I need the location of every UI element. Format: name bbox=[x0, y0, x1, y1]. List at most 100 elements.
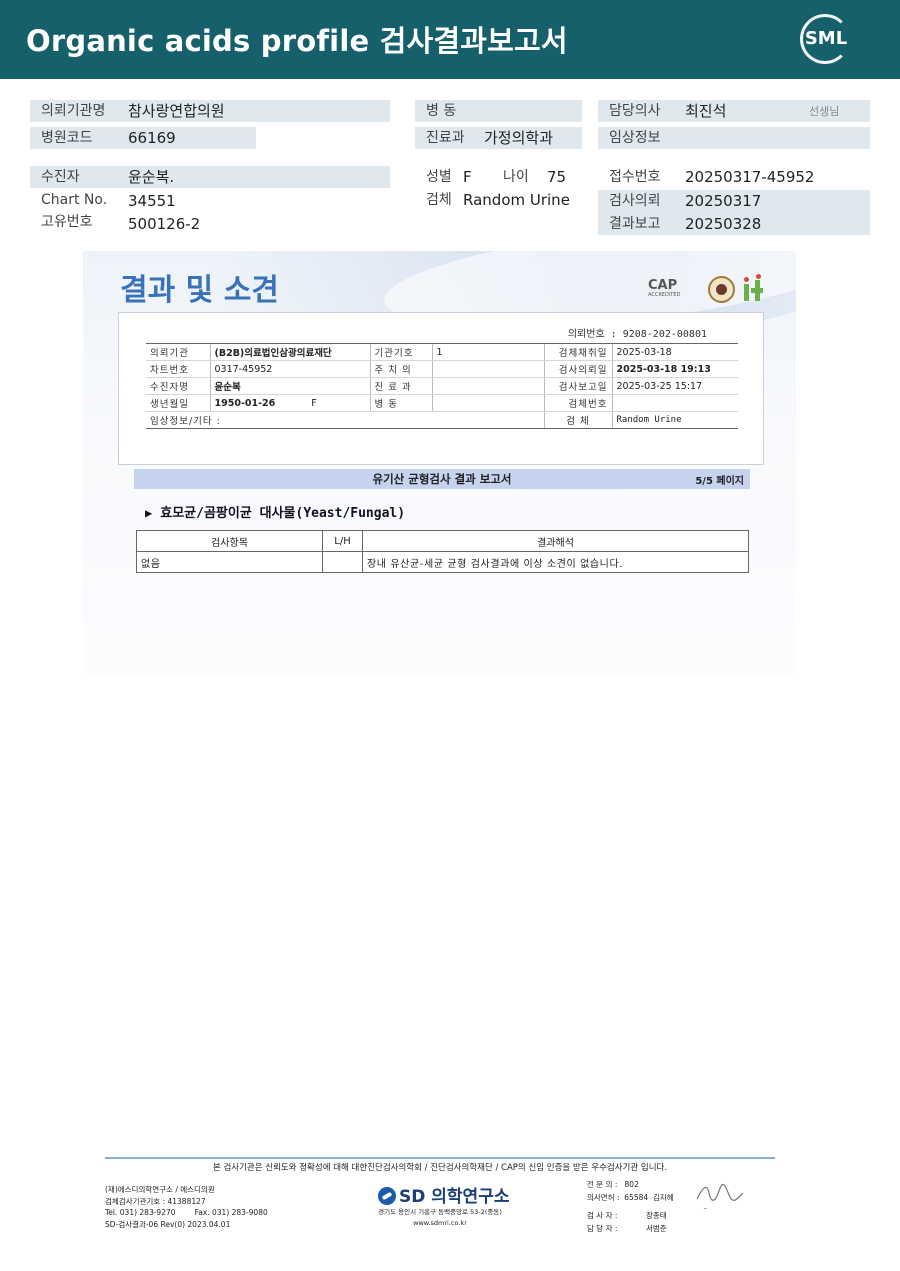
info-value: Random Urine bbox=[611, 411, 738, 429]
staff-line: 검 사 자 : 장종태 bbox=[587, 1211, 667, 1220]
li-logo-dot-l bbox=[744, 277, 749, 282]
chart-label: Chart No. bbox=[41, 192, 108, 208]
result-report-image: 결과 및 소견 CAP ACCREDITED 의뢰번호 : 9208-202-0… bbox=[83, 251, 796, 674]
patient-label: 수진자 bbox=[30, 166, 390, 188]
table-row: 생년월일 1950-01-26 F 병 동 검체번호 bbox=[146, 394, 738, 412]
age-label: 나이 bbox=[503, 169, 529, 185]
info-value: 2025-03-25 15:17 bbox=[611, 377, 738, 395]
request-number: 의뢰번호 : 9208-202-00801 bbox=[567, 329, 707, 340]
info-value bbox=[431, 360, 544, 378]
info-value: (B2B)의료법인삼광의료재단 bbox=[209, 343, 370, 361]
info-key: 임상정보/기타 : bbox=[146, 411, 370, 429]
staff-line: 전 문 의 : 802 bbox=[587, 1180, 639, 1189]
sex-label: 성별 bbox=[426, 169, 452, 185]
request-label: 검사의뢰 bbox=[609, 193, 661, 209]
section-heading: ▶ 효모균/곰팡이균 대사물(Yeast/Fungal) bbox=[145, 502, 405, 521]
result-heading: 결과 및 소견 bbox=[120, 273, 279, 308]
brand-name: SD 의학연구소 bbox=[399, 1187, 510, 1207]
page-indicator: 5/5 페이지 bbox=[695, 476, 744, 487]
seal-badge-icon bbox=[708, 276, 735, 303]
info-key: 검 체 bbox=[543, 411, 612, 429]
doctor-suffix: 선생님 bbox=[809, 105, 840, 118]
info-value: 2025-03-18 bbox=[611, 343, 738, 361]
column-header: 결과해석 bbox=[362, 530, 749, 552]
lab-contact-line: 검체검사기관기호 : 41388127 bbox=[105, 1196, 206, 1206]
report-footer: 본 검사기관은 신뢰도와 정확성에 대해 대한진단검사의학회 / 진단검사의학재… bbox=[105, 1157, 775, 1237]
receipt-value: 20250317-45952 bbox=[685, 168, 815, 186]
ward-label: 병 동 bbox=[415, 100, 582, 122]
info-key: 검사의뢰일 bbox=[543, 360, 612, 378]
table-header-row: 검사항목 L/H 결과해석 bbox=[136, 530, 749, 552]
lab-address: 경기도 용인시 기흥구 동백중앙로 53-2(중동) www.sdmri.co.… bbox=[370, 1207, 510, 1229]
info-key: 수진자명 bbox=[146, 377, 210, 395]
footer-divider bbox=[105, 1157, 775, 1159]
li-logo-dot-i bbox=[756, 274, 761, 279]
cap-logo-subtext: ACCREDITED bbox=[648, 292, 681, 298]
receipt-label: 접수번호 bbox=[609, 169, 661, 185]
result-table: 검사항목 L/H 결과해석 없음 장내 유산균-세균 균형 검사결과에 이상 소… bbox=[136, 530, 749, 573]
patient-info-box: 의뢰번호 : 9208-202-00801 의뢰기관 (B2B)의료법인삼광의료… bbox=[118, 312, 764, 465]
staff-info: 전 문 의 : 802 의사면허 : 65584 김지혜 검 사 자 : 장종태… bbox=[587, 1179, 674, 1235]
info-value bbox=[432, 411, 544, 429]
triangle-right-icon: ▶ bbox=[145, 506, 153, 520]
lh-flag bbox=[322, 551, 363, 573]
report-date-label: 결과보고 bbox=[609, 216, 661, 232]
li-logo-stroke-l bbox=[744, 284, 749, 301]
table-row: 없음 장내 유산균-세균 균형 검사결과에 이상 소견이 없습니다. bbox=[136, 551, 749, 573]
unique-label: 고유번호 bbox=[41, 214, 93, 230]
section-title: 효모균/곰팡이균 대사물(Yeast/Fungal) bbox=[160, 506, 406, 521]
report-subtitle: 유기산 균형검사 결과 보고서 bbox=[372, 472, 512, 486]
info-value: 윤순복 bbox=[209, 377, 370, 395]
address-line: 경기도 용인시 기흥구 동백중앙로 53-2(중동) bbox=[378, 1208, 502, 1216]
li-logo-icon bbox=[742, 274, 766, 302]
info-key: 기관기호 bbox=[369, 343, 432, 361]
info-key: 주 치 의 bbox=[369, 360, 432, 378]
institution-value: 참사랑연합의원 bbox=[128, 102, 225, 120]
logo-text: SML bbox=[804, 28, 848, 49]
li-logo-stroke-i bbox=[755, 280, 760, 301]
info-value bbox=[431, 394, 544, 412]
info-key bbox=[370, 411, 432, 429]
report-title: Organic acids profile 검사결과보고서 bbox=[26, 24, 568, 58]
info-key: 검사보고일 bbox=[543, 377, 612, 395]
sd-logo-icon bbox=[378, 1187, 396, 1205]
staff-line: 의사면허 : 65584 김지혜 bbox=[587, 1192, 674, 1202]
info-value: 0317-45952 bbox=[209, 360, 370, 378]
sd-lab-logo: SD 의학연구소 bbox=[378, 1182, 509, 1207]
info-value: 1 bbox=[431, 343, 544, 361]
hospital-code-value: 66169 bbox=[128, 129, 176, 147]
info-key: 검체채취일 bbox=[543, 343, 612, 361]
lab-contact-line: SD-검사결과-06 Rev(0) 2023.04.01 bbox=[105, 1219, 231, 1229]
birth-date: 1950-01-26 bbox=[214, 397, 276, 409]
patient-info-table: 의뢰기관 (B2B)의료법인삼광의료재단 기관기호 1 검체채취일 2025-0… bbox=[146, 343, 738, 429]
lab-contact-line: Tel. 031) 283-9270 Fax. 031) 283-9080 bbox=[105, 1208, 268, 1217]
info-value: 2025-03-18 19:13 bbox=[611, 360, 738, 378]
interpretation: 장내 유산균-세균 균형 검사결과에 이상 소견이 없습니다. bbox=[362, 551, 749, 573]
specimen-value: Random Urine bbox=[463, 191, 570, 209]
info-value bbox=[431, 377, 544, 395]
info-key: 진 료 과 bbox=[369, 377, 432, 395]
address-line: www.sdmri.co.kr bbox=[413, 1219, 467, 1227]
age-value: 75 bbox=[547, 168, 567, 186]
birth-sex: F bbox=[311, 397, 317, 409]
test-item: 없음 bbox=[136, 551, 323, 573]
staff-line: 담 당 자 : 서범준 bbox=[587, 1223, 667, 1233]
table-row: 의뢰기관 (B2B)의료법인삼광의료재단 기관기호 1 검체채취일 2025-0… bbox=[146, 343, 738, 361]
info-key: 병 동 bbox=[369, 394, 432, 412]
request-value: 20250317 bbox=[685, 192, 762, 210]
specimen-label: 검체 bbox=[426, 192, 452, 208]
unique-value: 500126-2 bbox=[128, 215, 201, 233]
cap-accredited-logo: CAP ACCREDITED bbox=[648, 278, 702, 302]
sml-logo: SML bbox=[798, 12, 854, 68]
seal-badge-center bbox=[716, 284, 727, 295]
lab-contact-line: (재)에스디의학연구소 / 에스디의원 bbox=[105, 1185, 215, 1194]
clinical-label: 임상정보 bbox=[598, 127, 870, 149]
chart-value: 34551 bbox=[128, 192, 176, 210]
lab-contact: (재)에스디의학연구소 / 에스디의원 검체검사기관기호 : 41388127 … bbox=[105, 1184, 268, 1230]
table-row: 차트번호 0317-45952 주 치 의 검사의뢰일 2025-03-18 1… bbox=[146, 360, 738, 378]
report-title-bar: 유기산 균형검사 결과 보고서 5/5 페이지 bbox=[134, 469, 750, 489]
info-value-birth: 1950-01-26 F bbox=[209, 394, 370, 412]
signature-icon bbox=[696, 1183, 744, 1209]
info-key: 차트번호 bbox=[146, 360, 210, 378]
column-header: L/H bbox=[322, 530, 363, 552]
